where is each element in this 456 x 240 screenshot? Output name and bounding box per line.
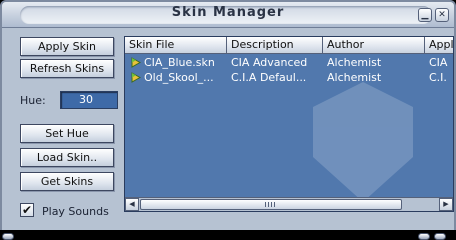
refresh-skins-button[interactable]: Refresh Skins <box>20 59 114 78</box>
horizontal-scrollbar[interactable]: ◀ ▶ <box>125 197 453 211</box>
skin-manager-window: Skin Manager ▁ ✕ Apply Skin Refresh Skin… <box>0 0 456 240</box>
list-header: Skin File Description Author Appl <box>125 37 453 54</box>
window-bottom-decoration <box>0 230 456 240</box>
play-sounds-checkbox[interactable]: ✔ <box>20 203 34 217</box>
author-cell: Alchemist <box>327 56 382 69</box>
close-button[interactable]: ✕ <box>435 8 449 22</box>
grip-icon <box>265 202 275 207</box>
resize-knob-right[interactable] <box>418 233 430 240</box>
applies-to-cell: C.I. <box>429 71 447 84</box>
controls-panel: Apply Skin Refresh Skins Hue: 30 Set Hue… <box>2 28 124 238</box>
load-skin-button[interactable]: Load Skin.. <box>20 148 114 167</box>
hue-input[interactable]: 30 <box>60 91 118 109</box>
resize-knob-left[interactable] <box>2 233 14 240</box>
arrow-left-icon: ◀ <box>129 200 135 208</box>
skin-file-name: Old_Skool_... <box>144 71 214 84</box>
skin-file-name: CIA_Blue.skn <box>144 56 215 69</box>
resize-knob-corner[interactable] <box>434 233 446 240</box>
author-cell: Alchemist <box>327 71 382 84</box>
checkmark-icon: ✔ <box>21 203 33 217</box>
set-hue-button[interactable]: Set Hue <box>20 124 114 143</box>
skin-file-cell: Old_Skool_... <box>125 70 227 85</box>
list-item[interactable]: CIA_Blue.skn CIA Advanced Alchemist CIA <box>125 55 453 70</box>
column-header-description[interactable]: Description <box>227 37 323 54</box>
apply-skin-button[interactable]: Apply Skin <box>20 37 114 56</box>
column-header-skin-file[interactable]: Skin File <box>125 37 227 54</box>
minimize-icon: ▁ <box>421 10 429 20</box>
skin-file-icon <box>131 72 141 83</box>
description-cell: CIA Advanced <box>231 56 308 69</box>
applies-to-cell: CIA <box>429 56 448 69</box>
window-title: Skin Manager <box>171 5 285 20</box>
list-item[interactable]: Old_Skool_... C.I.A Defaul... Alchemist … <box>125 70 453 85</box>
hue-label: Hue: <box>20 94 46 107</box>
play-sounds-label: Play Sounds <box>42 205 109 218</box>
scroll-right-button[interactable]: ▶ <box>439 198 453 211</box>
column-header-author[interactable]: Author <box>323 37 425 54</box>
skin-list[interactable]: Skin File Description Author Appl CIA_Bl… <box>124 36 454 212</box>
minimize-button[interactable]: ▁ <box>418 8 432 22</box>
skin-file-icon <box>131 57 141 68</box>
title-bar[interactable]: Skin Manager ▁ ✕ <box>2 2 454 28</box>
close-icon: ✕ <box>438 10 446 20</box>
get-skins-button[interactable]: Get Skins <box>20 172 114 191</box>
skin-file-cell: CIA_Blue.skn <box>125 55 227 70</box>
arrow-right-icon: ▶ <box>443 200 449 208</box>
column-header-applies-to[interactable]: Appl <box>425 37 453 54</box>
scroll-left-button[interactable]: ◀ <box>125 198 139 211</box>
scrollbar-thumb[interactable] <box>140 199 402 210</box>
description-cell: C.I.A Defaul... <box>231 71 307 84</box>
logo-watermark-icon <box>313 82 413 202</box>
